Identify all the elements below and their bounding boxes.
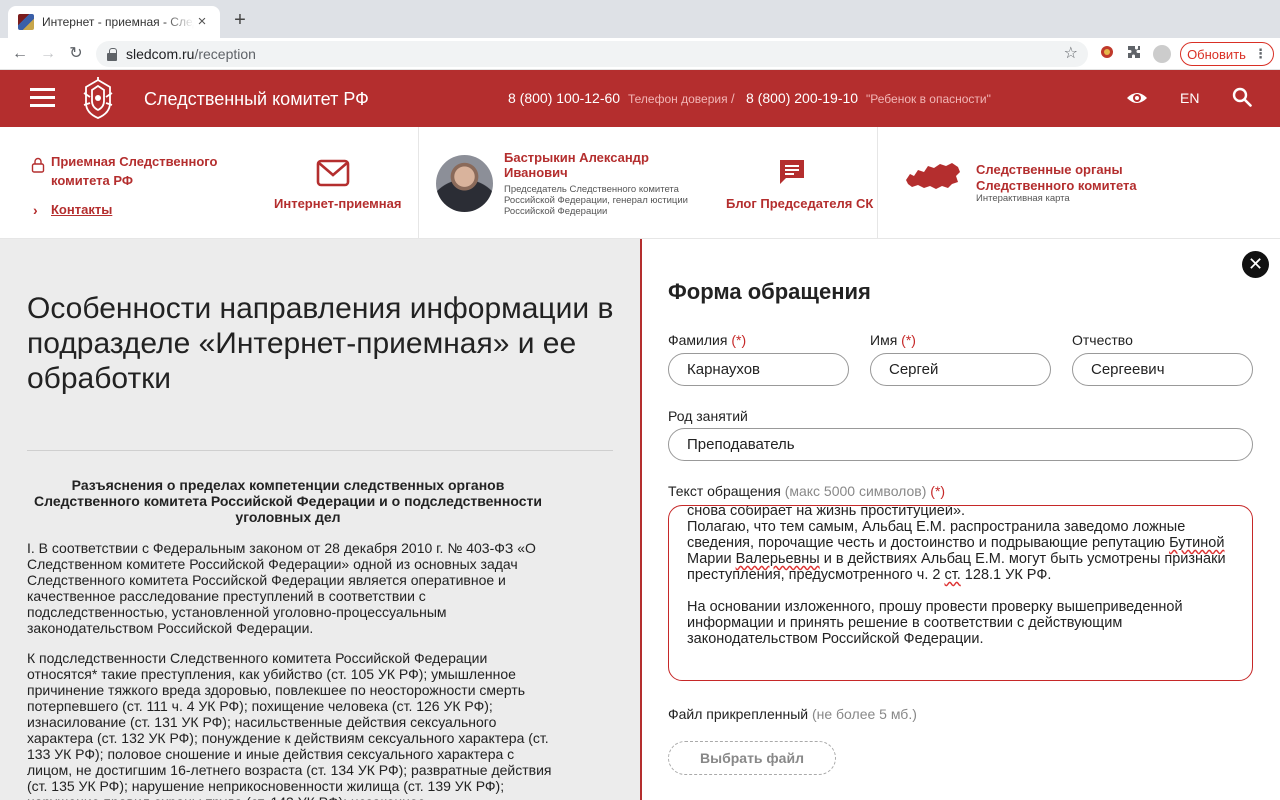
url-text: sledcom.ru/reception xyxy=(126,46,256,62)
back-arrow-icon[interactable]: ← xyxy=(10,44,30,64)
emblem-logo-icon[interactable] xyxy=(80,77,116,121)
chairman-portrait[interactable] xyxy=(436,155,493,212)
address-bar[interactable]: sledcom.ru/reception ☆ xyxy=(96,41,1088,67)
close-form-button[interactable]: ✕ xyxy=(1242,251,1269,278)
appeal-text-content: снова собирает на жизнь проституцией». П… xyxy=(687,505,1230,647)
child-danger-phone-label: "Ребенок в опасности" xyxy=(866,92,991,106)
new-tab-icon[interactable]: + xyxy=(230,10,250,30)
appeal-text-textarea[interactable]: снова собирает на жизнь проституцией». П… xyxy=(668,505,1253,681)
extension-icon[interactable] xyxy=(1097,44,1117,64)
tab-title: Интернет - приемная - Следственный комит… xyxy=(42,15,194,29)
puzzle-extensions-icon[interactable] xyxy=(1124,44,1144,64)
mail-envelope-icon[interactable] xyxy=(316,159,350,187)
site-header: Следственный комитет РФ 8 (800) 100-12-6… xyxy=(0,70,1280,127)
bookmark-star-icon[interactable]: ☆ xyxy=(1064,43,1078,63)
forward-arrow-icon[interactable]: → xyxy=(38,44,58,64)
lock-icon xyxy=(106,47,118,61)
name-input[interactable]: Сергей xyxy=(870,353,1051,386)
chevron-right-icon: › xyxy=(33,202,38,218)
paragraph-2: К подследственности Следственного комите… xyxy=(27,650,552,800)
lock-user-icon xyxy=(31,157,45,173)
tab-close-icon[interactable]: × xyxy=(194,14,210,30)
divider xyxy=(27,450,613,451)
update-browser-button[interactable]: Обновить ⋮ xyxy=(1180,42,1274,66)
divider xyxy=(877,127,878,239)
reception-link[interactable]: Приемная Следственного комитета РФ xyxy=(51,152,276,190)
profile-avatar-icon[interactable] xyxy=(1153,44,1173,64)
file-label: Файл прикрепленный (не более 5 мб.) xyxy=(668,706,917,722)
divider xyxy=(418,127,419,239)
reload-icon[interactable]: ↻ xyxy=(66,44,86,64)
reception-info-panel: Особенности направления информации в под… xyxy=(0,239,640,800)
chairman-title: Председатель Следственного комитета Росс… xyxy=(504,184,688,217)
child-danger-phone-number[interactable]: 8 (800) 200-19-10 xyxy=(746,90,858,106)
browser-toolbar: ← → ↻ sledcom.ru/reception ☆ Обновить ⋮ xyxy=(0,38,1280,70)
page-title: Особенности направления информации в под… xyxy=(27,292,614,395)
surname-label: Фамилия (*) xyxy=(668,332,747,348)
language-switch-en[interactable]: EN xyxy=(1180,90,1199,106)
browser-tab-bar: Интернет - приемная - Следственный комит… xyxy=(0,0,1280,38)
occupation-input[interactable]: Преподаватель xyxy=(668,428,1253,461)
form-title: Форма обращения xyxy=(668,279,871,304)
eye-accessibility-icon[interactable] xyxy=(1126,89,1148,107)
name-label: Имя (*) xyxy=(870,332,916,348)
trust-phone-number[interactable]: 8 (800) 100-12-60 xyxy=(508,90,620,106)
chairman-blog-link[interactable]: Блог Председателя СК xyxy=(726,196,873,211)
site-title[interactable]: Следственный комитет РФ xyxy=(144,89,369,110)
chat-bubble-icon[interactable] xyxy=(778,158,806,186)
choose-file-button[interactable]: Выбрать файл xyxy=(668,741,836,775)
paragraph-1: I. В соответствии с Федеральным законом … xyxy=(27,540,536,636)
hamburger-menu-icon[interactable] xyxy=(30,88,55,108)
site-favicon-icon xyxy=(18,14,34,30)
trust-phone-label: Телефон доверия xyxy=(628,92,728,106)
surname-input[interactable]: Карнаухов xyxy=(668,353,849,386)
contacts-link[interactable]: Контакты xyxy=(51,202,112,217)
patronymic-input[interactable]: Сергеевич xyxy=(1072,353,1253,386)
phone-separator: / xyxy=(731,91,735,106)
browser-tab[interactable]: Интернет - приемная - Следственный комит… xyxy=(8,6,220,38)
russia-map-icon[interactable] xyxy=(904,160,962,192)
interactive-map-caption: Интерактивная карта xyxy=(976,193,1070,204)
chairman-name-link[interactable]: Бастрыкин Александр Иванович xyxy=(504,150,674,180)
patronymic-label: Отчество xyxy=(1072,332,1133,348)
occupation-label: Род занятий xyxy=(668,408,748,424)
search-icon[interactable] xyxy=(1232,87,1252,107)
appeal-text-label: Текст обращения (макс 5000 символов) (*) xyxy=(668,483,946,499)
internet-reception-link[interactable]: Интернет-приемная xyxy=(274,196,401,211)
investigative-bodies-link[interactable]: Следственные органы Следственного комите… xyxy=(976,162,1216,194)
menu-dots-icon: ⋮ xyxy=(1253,46,1267,61)
explanations-title: Разъяснения о пределах компетенции следс… xyxy=(34,477,542,525)
